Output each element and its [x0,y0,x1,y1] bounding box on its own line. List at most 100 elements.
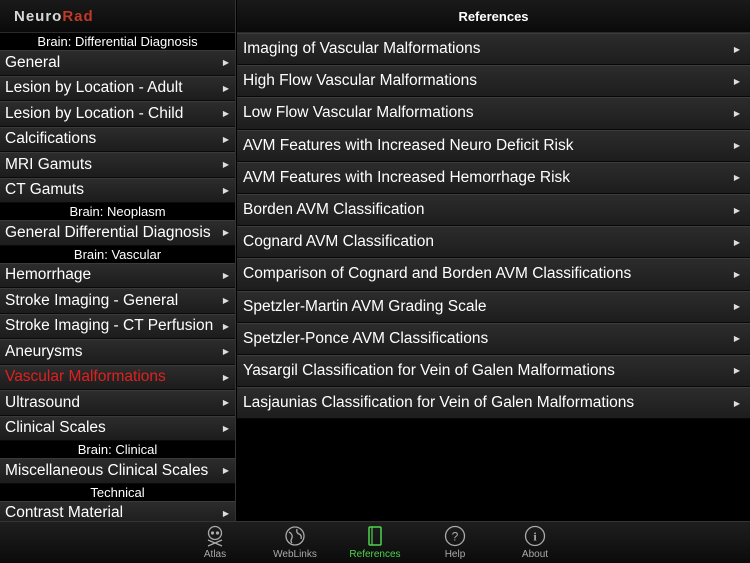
sidebar-item[interactable]: Hemorrhage ▶ [0,262,235,288]
tab-references[interactable]: References [335,522,415,563]
main-panel: References Imaging of Vascular Malformat… [237,0,750,521]
reference-item-label: High Flow Vascular Malformations [243,72,478,90]
disclosure-arrow-icon: ▶ [222,398,229,408]
reference-item-label: Spetzler-Ponce AVM Classifications [243,329,489,347]
reference-item[interactable]: Low Flow Vascular Malformations ▶ [237,97,750,130]
sidebar-item[interactable]: Clinical Scales ▶ [0,415,235,441]
logo-bar: NeuroRad [0,0,235,33]
disclosure-arrow-icon: ▶ [733,205,740,215]
info-icon: i [524,525,546,547]
tab-label: Help [444,549,466,560]
sidebar-item-label: General Differential Diagnosis [5,223,211,241]
sidebar-item-label: Aneurysms [5,342,83,360]
sidebar-item[interactable]: Lesion by Location - Child ▶ [0,101,235,127]
tab-about[interactable]: i About [495,522,575,563]
sidebar-item-label: Calcifications [5,130,97,148]
skull-icon [204,525,226,547]
disclosure-arrow-icon: ▶ [222,423,229,433]
reference-item[interactable]: AVM Features with Increased Hemorrhage R… [237,161,750,194]
reference-item[interactable]: Spetzler-Ponce AVM Classifications ▶ [237,322,750,355]
sidebar-item-label: MRI Gamuts [5,155,92,173]
disclosure-arrow-icon: ▶ [733,398,740,408]
reference-item[interactable]: Lasjaunias Classification for Vein of Ga… [237,387,750,420]
reference-item[interactable]: Imaging of Vascular Malformations ▶ [237,33,750,66]
sidebar-item-label: Miscellaneous Clinical Scales [5,461,209,479]
sidebar-item-label: Lesion by Location - Adult [5,79,183,97]
reference-item-label: Low Flow Vascular Malformations [243,104,474,122]
sidebar-item[interactable]: Stroke Imaging - CT Perfusion ▶ [0,313,235,339]
sidebar-item[interactable]: Vascular Malformations ▶ [0,364,235,390]
sidebar-item[interactable]: Ultrasound ▶ [0,390,235,416]
disclosure-arrow-icon: ▶ [222,83,229,93]
tab-atlas[interactable]: Atlas [175,522,255,563]
reference-item-label: Yasargil Classification for Vein of Gale… [243,361,615,379]
tab-label: Atlas [203,549,227,560]
svg-text:i: i [533,530,537,544]
sidebar-item[interactable]: Calcifications ▶ [0,126,235,152]
sidebar-item[interactable]: Miscellaneous Clinical Scales ▶ [0,458,235,484]
reference-item[interactable]: Borden AVM Classification ▶ [237,193,750,227]
sidebar-item-label: Vascular Malformations [5,368,166,386]
reference-item[interactable]: Cognard AVM Classification ▶ [237,226,750,259]
sidebar-item-label: CT Gamuts [5,181,84,199]
reference-item-label: Comparison of Cognard and Borden AVM Cla… [243,265,632,283]
disclosure-arrow-icon: ▶ [733,108,740,118]
sidebar-item[interactable]: Stroke Imaging - General ▶ [0,288,235,314]
disclosure-arrow-icon: ▶ [222,185,229,195]
disclosure-arrow-icon: ▶ [733,141,740,151]
book-icon [364,525,386,547]
reference-item[interactable]: Comparison of Cognard and Borden AVM Cla… [237,258,750,291]
disclosure-arrow-icon: ▶ [222,372,229,382]
tab-label: References [349,549,401,560]
disclosure-arrow-icon: ▶ [222,321,229,331]
reference-item[interactable]: AVM Features with Increased Neuro Defici… [237,129,750,162]
reference-item-label: Borden AVM Classification [243,201,425,219]
disclosure-arrow-icon: ▶ [733,44,740,54]
disclosure-arrow-icon: ▶ [222,296,229,306]
reference-item-label: Spetzler-Martin AVM Grading Scale [243,297,487,315]
sidebar-item-label: Clinical Scales [5,419,106,437]
disclosure-arrow-icon: ▶ [222,466,229,476]
sidebar-item-label: Lesion by Location - Child [5,104,184,122]
reference-item[interactable]: High Flow Vascular Malformations ▶ [237,65,750,98]
sidebar-item[interactable]: Aneurysms ▶ [0,339,235,365]
page-title: References [237,0,750,33]
sidebar-item[interactable]: Lesion by Location - Adult ▶ [0,75,235,101]
disclosure-arrow-icon: ▶ [733,366,740,376]
sidebar-item[interactable]: CT Gamuts ▶ [0,177,235,203]
reference-item[interactable]: Yasargil Classification for Vein of Gale… [237,354,750,388]
tab-label: About [521,549,549,560]
sidebar-section-header: Brain: Differential Diagnosis [0,33,235,50]
tab-help[interactable]: ? Help [415,522,495,563]
sidebar-item[interactable]: MRI Gamuts ▶ [0,152,235,178]
disclosure-arrow-icon: ▶ [222,160,229,170]
logo-text-rad: Rad [62,7,94,25]
sidebar-item-label: Ultrasound [5,393,80,411]
disclosure-arrow-icon: ▶ [733,302,740,312]
disclosure-arrow-icon: ▶ [222,270,229,280]
reference-item-label: AVM Features with Increased Hemorrhage R… [243,168,571,186]
sidebar-item-label: General [5,53,61,71]
disclosure-arrow-icon: ▶ [222,109,229,119]
reference-item-label: Lasjaunias Classification for Vein of Ga… [243,394,635,412]
svg-text:?: ? [452,530,459,544]
sidebar-item-label: Stroke Imaging - General [5,291,179,309]
reference-item[interactable]: Spetzler-Martin AVM Grading Scale ▶ [237,290,750,323]
sidebar-section-header: Brain: Clinical [0,441,235,458]
sidebar-list: Brain: Differential Diagnosis General ▶ Les… [0,33,235,526]
sidebar-item[interactable]: General ▶ [0,50,235,76]
sidebar-section-header: Brain: Neoplasm [0,203,235,220]
sidebar-item-label: Hemorrhage [5,266,92,284]
disclosure-arrow-icon: ▶ [222,58,229,68]
globe-icon [284,525,306,547]
disclosure-arrow-icon: ▶ [733,237,740,247]
sidebar-item-label: Stroke Imaging - CT Perfusion [5,317,214,335]
sidebar-item[interactable]: General Differential Diagnosis ▶ [0,220,235,246]
tab-weblinks[interactable]: WebLinks [255,522,335,563]
tab-label: WebLinks [273,549,317,560]
tab-bar: Atlas WebLinks References? Help i About [0,521,750,563]
disclosure-arrow-icon: ▶ [733,76,740,86]
disclosure-arrow-icon: ▶ [733,334,740,344]
sidebar-section-header: Brain: Vascular [0,245,235,263]
reference-list: Imaging of Vascular Malformations ▶ High F… [237,33,750,420]
